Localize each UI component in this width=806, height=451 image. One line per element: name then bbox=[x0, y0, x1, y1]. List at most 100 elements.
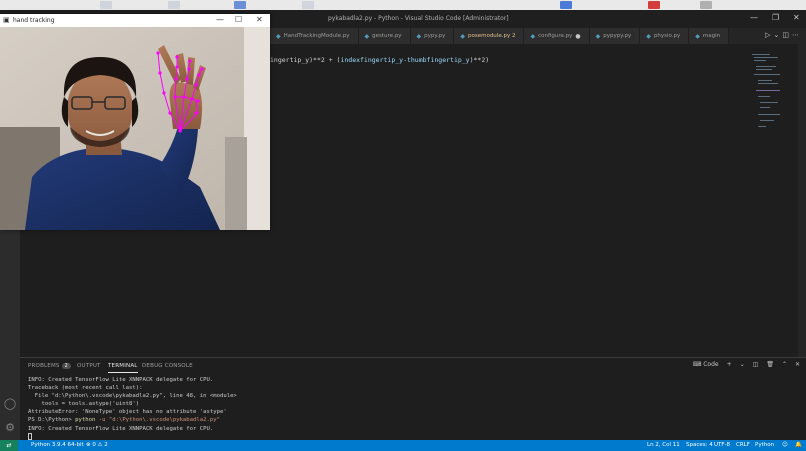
terminal-prompt: PS D:\Python> bbox=[28, 417, 76, 424]
editor-scrollbar[interactable] bbox=[798, 44, 806, 357]
python-file-icon: ◆ bbox=[364, 32, 370, 40]
status-bar: ⇄ Python 3.9.4 64-bit ⊗ 0 ⚠ 2 Ln 2, Col … bbox=[0, 440, 806, 451]
terminal-line: INFO: Created TensorFlow Lite XNNPACK de… bbox=[28, 377, 214, 383]
account-icon[interactable]: ◯ bbox=[2, 396, 18, 412]
terminal-line: tools = tools.astype('uint8') bbox=[28, 401, 140, 408]
tab-debug-console[interactable]: DEBUG CONSOLE bbox=[142, 363, 193, 369]
feedback-icon[interactable]: ☺ bbox=[782, 442, 788, 448]
python-file-icon: ◆ bbox=[276, 32, 281, 40]
encoding[interactable]: UTF-8 bbox=[714, 442, 730, 448]
python-file-icon: ◆ bbox=[530, 32, 536, 40]
camera-window-title: hand tracking bbox=[13, 17, 55, 24]
minimap[interactable] bbox=[752, 52, 782, 132]
tab-configure[interactable]: ◆ configure.py ● bbox=[524, 28, 590, 44]
terminal-line: File "d:\Python\.vscode\pykabadla2.py", … bbox=[28, 393, 237, 400]
terminal-actions: ⌨ Code + ⌄ ◫ 🗑 ⌃ ✕ bbox=[693, 361, 800, 368]
tab-magin[interactable]: ◆ magin bbox=[689, 28, 730, 44]
tab-pypy[interactable]: ◆ pypy.py bbox=[410, 28, 455, 44]
tab-label: pypypy.py bbox=[603, 33, 632, 39]
taskbar-app-icon[interactable] bbox=[700, 1, 712, 9]
screen: pykabadla2.py - Python - Visual Studio C… bbox=[0, 0, 806, 451]
minimize-icon[interactable]: — bbox=[216, 15, 224, 24]
maximize-panel-icon[interactable]: ⌃ bbox=[782, 361, 787, 368]
python-file-icon: ◆ bbox=[416, 32, 422, 40]
terminal-output[interactable]: INFO: Created TensorFlow Lite XNNPACK de… bbox=[28, 376, 237, 441]
hand-tracking-window[interactable]: ▣ hand tracking — ☐ ✕ bbox=[0, 14, 270, 230]
unsaved-dot-icon: ● bbox=[575, 32, 581, 40]
panel-tabs: PROBLEMS 2 OUTPUT TERMINAL DEBUG CONSOLE … bbox=[20, 358, 806, 374]
tab-label: physio.py bbox=[653, 33, 681, 39]
python-file-icon: ◆ bbox=[646, 32, 651, 40]
tab-label: HandTrackingModule.py bbox=[283, 33, 350, 39]
taskbar-app-icon[interactable] bbox=[302, 1, 314, 9]
camera-titlebar[interactable]: ▣ hand tracking — ☐ ✕ bbox=[0, 14, 270, 27]
chevron-down-icon[interactable]: ⌄ bbox=[740, 361, 745, 368]
code-line[interactable]: ingertip_y)**2 + (indexfingertip_y-thumb… bbox=[270, 56, 489, 64]
tab-physio[interactable]: ◆ physio.py bbox=[640, 28, 690, 44]
terminal-line: Traceback (most recent call last): bbox=[28, 385, 143, 392]
indentation[interactable]: Spaces: 4 bbox=[686, 442, 713, 448]
minimize-icon[interactable]: — bbox=[750, 13, 758, 22]
split-terminal-icon[interactable]: ◫ bbox=[753, 361, 759, 368]
code-suffix: )**2) bbox=[469, 56, 490, 64]
taskbar-app-icon[interactable] bbox=[648, 1, 660, 9]
tab-posemodule[interactable]: ◆ posemodule.py 2 bbox=[454, 28, 525, 44]
taskbar-strip bbox=[0, 0, 806, 10]
activity-bar: ◯ ⚙ bbox=[0, 230, 20, 440]
tab-label: magin bbox=[702, 33, 721, 39]
trash-icon[interactable]: 🗑 bbox=[766, 361, 774, 368]
close-icon[interactable]: ✕ bbox=[256, 15, 263, 24]
tab-problems-label: PROBLEMS bbox=[28, 363, 60, 369]
code-variable: indexfingertip_y-thumbfingertip_y bbox=[340, 56, 470, 64]
python-file-icon: ◆ bbox=[460, 32, 465, 40]
tab-pypypy[interactable]: ◆ pypypy.py bbox=[589, 28, 641, 44]
terminal-shell-label: Code bbox=[703, 361, 719, 368]
window-app-icon: ▣ bbox=[3, 16, 10, 24]
python-interpreter[interactable]: Python 3.9.4 64-bit bbox=[31, 442, 84, 448]
problems-count-badge: 2 bbox=[61, 363, 72, 369]
split-editor-icon[interactable]: ◫ bbox=[782, 31, 792, 39]
terminal-line: AttributeError: 'NoneType' object has no… bbox=[28, 409, 227, 416]
problems-status[interactable]: ⊗ 0 ⚠ 2 bbox=[86, 442, 108, 448]
tab-output[interactable]: OUTPUT bbox=[77, 363, 101, 369]
remote-icon[interactable]: ⇄ bbox=[0, 440, 18, 451]
taskbar-app-icon[interactable] bbox=[168, 1, 180, 9]
tab-problems[interactable]: PROBLEMS 2 bbox=[28, 363, 72, 369]
add-terminal-icon[interactable]: + bbox=[727, 361, 732, 368]
python-file-icon: ◆ bbox=[595, 32, 601, 40]
tab-label: posemodule.py 2 bbox=[467, 33, 516, 39]
window-title: pykabadla2.py - Python - Visual Studio C… bbox=[328, 15, 509, 22]
maximize-icon[interactable]: ☐ bbox=[235, 15, 242, 24]
tab-label: gesture.py bbox=[372, 33, 402, 39]
terminal-shell-selector[interactable]: ⌨ Code bbox=[693, 361, 719, 368]
camera-feed bbox=[0, 27, 270, 230]
tab-gesture[interactable]: ◆ gesture.py bbox=[358, 28, 411, 44]
more-icon[interactable]: ⋯ bbox=[792, 31, 802, 39]
taskbar-app-icon[interactable] bbox=[234, 1, 246, 9]
code-prefix: ingertip_y)**2 + ( bbox=[270, 56, 341, 64]
line-ending[interactable]: CRLF bbox=[736, 442, 750, 448]
close-icon[interactable]: ✕ bbox=[793, 13, 800, 22]
maximize-icon[interactable]: ❐ bbox=[772, 13, 779, 22]
tab-handtrackingmodule[interactable]: ◆ HandTrackingModule.py bbox=[270, 28, 359, 44]
run-icon[interactable]: ▷ bbox=[765, 31, 773, 39]
close-panel-icon[interactable]: ✕ bbox=[795, 361, 800, 368]
tab-label: pypy.py bbox=[424, 33, 446, 39]
taskbar-app-icon[interactable] bbox=[100, 1, 112, 9]
terminal-command-args: -u "d:\Python\.vscode\pykabadla2.py" bbox=[95, 417, 220, 424]
terminal-prompt-line: PS D:\Python> python -u "d:\Python\.vsco… bbox=[28, 416, 237, 424]
gear-icon[interactable]: ⚙ bbox=[2, 420, 18, 436]
camera-frame-image bbox=[0, 27, 270, 230]
python-file-icon: ◆ bbox=[695, 32, 700, 40]
terminal-icon: ⌨ bbox=[692, 361, 704, 368]
editor-tabs: ◆ HandTrackingModule.py ◆ gesture.py ◆ pypy… bbox=[270, 28, 806, 44]
tab-terminal[interactable]: TERMINAL bbox=[108, 363, 138, 373]
language-mode[interactable]: Python bbox=[755, 442, 774, 448]
bell-icon[interactable]: 🔔 bbox=[795, 442, 802, 448]
taskbar-app-icon[interactable] bbox=[560, 1, 572, 9]
terminal-command: python bbox=[75, 417, 96, 424]
editor-actions: ▷⌄◫⋯ bbox=[765, 31, 802, 39]
cursor-position[interactable]: Ln 2, Col 11 bbox=[647, 442, 680, 448]
terminal-cursor bbox=[28, 432, 32, 440]
terminal-line: INFO: Created TensorFlow Lite XNNPACK de… bbox=[28, 425, 214, 432]
